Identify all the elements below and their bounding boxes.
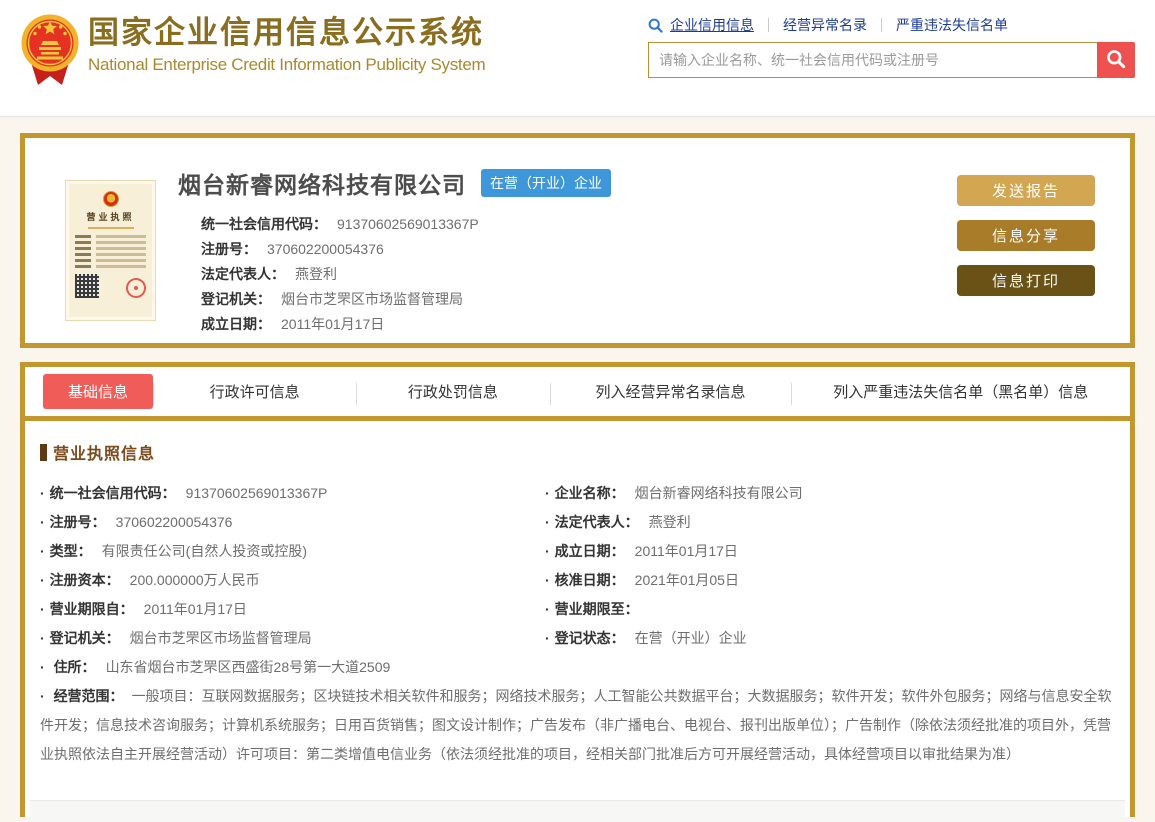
company-name: 烟台新睿网络科技有限公司 xyxy=(178,172,466,198)
detail-field-established-date: 成立日期：2011年01月17日 xyxy=(545,537,1115,566)
business-license-info-section: 营业执照信息 统一社会信用代码：91370602569013367P 注册号：3… xyxy=(25,421,1130,769)
next-section-strip xyxy=(30,800,1125,822)
license-red-seal-icon xyxy=(124,276,148,300)
license-title: 营业执照 xyxy=(86,212,135,222)
tab-separator xyxy=(549,383,551,405)
detail-field-address: 住所：山东省烟台市芝罘区西盛街28号第一大道2509 xyxy=(40,653,1115,682)
summary-field-credit-code: 统一社会信用代码： 91370602569013367P xyxy=(201,216,479,232)
tab-separator xyxy=(791,383,793,405)
summary-field-reg-number: 注册号： 370602200054376 xyxy=(201,241,384,257)
nav-link-enterprise-credit[interactable]: 企业信用信息 xyxy=(670,15,754,35)
send-report-button[interactable]: 发送报告 xyxy=(957,175,1095,206)
tab-separator xyxy=(153,383,155,405)
tab-abnormal-operation-list-info[interactable]: 列入经营异常名录信息 xyxy=(549,367,792,416)
detail-field-company-type: 类型：有限责任公司(自然人投资或控股) xyxy=(40,537,545,566)
detail-field-reg-number: 注册号：370602200054376 xyxy=(40,508,545,537)
license-detail-grid: 统一社会信用代码：91370602569013367P 注册号：37060220… xyxy=(40,479,1115,653)
page: 国家企业信用信息公示系统 National Enterprise Credit … xyxy=(0,0,1155,822)
site-header: 国家企业信用信息公示系统 National Enterprise Credit … xyxy=(0,0,1155,117)
share-info-button[interactable]: 信息分享 xyxy=(957,220,1095,251)
business-license-image[interactable]: 营业执照 xyxy=(65,180,156,321)
detail-field-term-to: 营业期限至： xyxy=(545,595,1115,624)
search-button[interactable] xyxy=(1097,42,1135,78)
detail-field-approval-date: 核准日期：2021年01月05日 xyxy=(545,566,1115,595)
tab-separator xyxy=(356,383,358,405)
tab-admin-penalty-info[interactable]: 行政处罚信息 xyxy=(356,367,549,416)
search-input[interactable] xyxy=(648,42,1097,78)
license-qr-code xyxy=(75,274,99,298)
tab-bar: 基础信息 行政许可信息 行政处罚信息 列入经营异常名录信息 列入严重违法失信名单… xyxy=(25,367,1130,421)
print-info-button[interactable]: 信息打印 xyxy=(957,265,1095,296)
summary-field-established-date: 成立日期： 2011年01月17日 xyxy=(201,316,385,332)
detail-field-reg-authority: 登记机关：烟台市芝罘区市场监督管理局 xyxy=(40,624,545,653)
search-type-nav: 企业信用信息 经营异常名录 严重违法失信名单 xyxy=(648,14,1135,36)
site-title: 国家企业信用信息公示系统 xyxy=(88,15,484,50)
tab-admin-license-info[interactable]: 行政许可信息 xyxy=(153,367,356,416)
tab-serious-illegal-blacklist-info[interactable]: 列入严重违法失信名单（黑名单）信息 xyxy=(791,367,1130,416)
detail-field-term-from: 营业期限自：2011年01月17日 xyxy=(40,595,545,624)
search-icon xyxy=(1106,49,1126,72)
detail-left-column: 统一社会信用代码：91370602569013367P 注册号：37060220… xyxy=(40,479,545,653)
nav-separator xyxy=(768,18,769,32)
summary-field-list: 统一社会信用代码： 91370602569013367P 注册号： 37060220… xyxy=(201,212,611,337)
summary-action-buttons: 发送报告 信息分享 信息打印 xyxy=(957,175,1095,310)
status-badge: 在营（开业）企业 xyxy=(481,169,611,197)
detail-field-company-name: 企业名称：烟台新睿网络科技有限公司 xyxy=(545,479,1115,508)
detail-field-registered-capital: 注册资本：200.000000万人民币 xyxy=(40,566,545,595)
detail-field-business-scope: 经营范围：一般项目：互联网数据服务；区块链技术相关软件和服务；网络技术服务；人工… xyxy=(40,682,1115,769)
license-emblem-icon xyxy=(102,191,119,207)
search-icon xyxy=(648,18,663,33)
section-title-bar xyxy=(40,443,47,461)
detail-card: 基础信息 行政许可信息 行政处罚信息 列入经营异常名录信息 列入严重违法失信名单… xyxy=(20,362,1135,822)
detail-field-legal-rep: 法定代表人：燕登利 xyxy=(545,508,1115,537)
summary-field-legal-rep: 法定代表人： 燕登利 xyxy=(201,266,337,282)
tab-basic-info[interactable]: 基础信息 xyxy=(43,374,154,409)
nav-separator xyxy=(881,18,882,32)
summary-field-reg-authority: 登记机关： 烟台市芝罘区市场监督管理局 xyxy=(201,291,463,307)
site-titles: 国家企业信用信息公示系统 National Enterprise Credit … xyxy=(88,13,486,77)
section-title: 营业执照信息 xyxy=(40,440,1115,464)
header-search-area: 企业信用信息 经营异常名录 严重违法失信名单 xyxy=(648,14,1135,78)
site-subtitle: National Enterprise Credit Information P… xyxy=(88,55,486,74)
license-text-lines xyxy=(75,235,146,268)
detail-field-registration-status: 登记状态：在营（开业）企业 xyxy=(545,624,1115,653)
company-summary-info: 烟台新睿网络科技有限公司 在营（开业）企业 统一社会信用代码： 913706025… xyxy=(178,166,611,337)
main-content: 营业执照 烟台新睿网络科技有限公司 在营（开业）企业 统一社会信用代码： 913… xyxy=(0,117,1155,822)
detail-field-credit-code: 统一社会信用代码：91370602569013367P xyxy=(40,479,545,508)
nav-link-abnormal-list[interactable]: 经营异常名录 xyxy=(783,15,867,35)
license-divider xyxy=(87,227,134,229)
company-summary-card: 营业执照 烟台新睿网络科技有限公司 在营（开业）企业 统一社会信用代码： 913… xyxy=(20,133,1135,348)
detail-right-column: 企业名称：烟台新睿网络科技有限公司 法定代表人：燕登利 成立日期：2011年01… xyxy=(545,479,1115,653)
national-emblem-logo xyxy=(21,9,79,96)
nav-link-illegal-dishonest-list[interactable]: 严重违法失信名单 xyxy=(896,15,1008,35)
search-bar xyxy=(648,42,1135,78)
